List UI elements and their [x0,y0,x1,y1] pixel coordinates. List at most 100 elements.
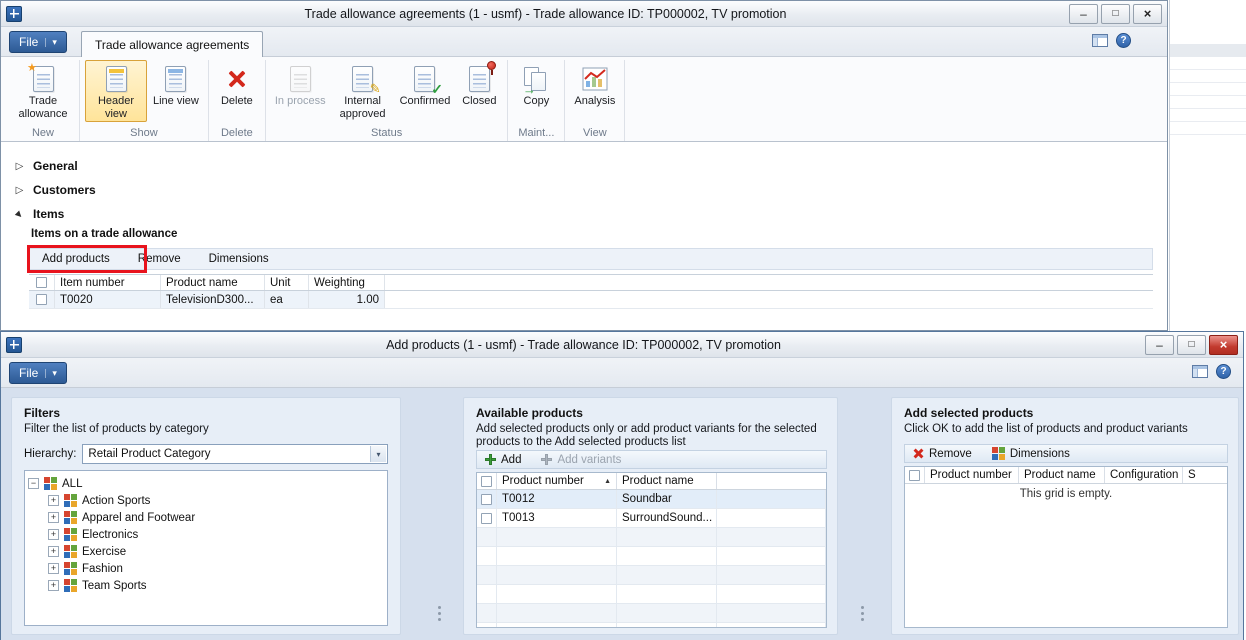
ribbon-group-label-status: Status [271,126,503,141]
tree-node-electronics[interactable]: + Electronics [28,526,384,543]
table-row[interactable]: T0013 SurroundSound... [477,509,826,528]
select-all-checkbox[interactable] [36,277,47,288]
header-view-button[interactable]: Header view [85,60,147,122]
add-selected-grid-header: Product number Product name Configuratio… [905,467,1227,484]
help-icon[interactable]: ? [1216,364,1231,379]
close-icon: × [1144,7,1152,20]
section-customers[interactable]: ▷ Customers [1,178,1167,202]
category-icon [64,562,77,575]
column-product-number[interactable]: Product number ▲ [497,473,617,489]
panel-splitter[interactable] [438,606,441,609]
row-checkbox[interactable] [481,494,492,505]
add-selected-toolbar: Remove Dimensions [904,444,1228,463]
expand-icon[interactable]: + [48,529,59,540]
column-unit[interactable]: Unit [265,275,309,290]
file-menu-button[interactable]: File ▾ [9,31,67,53]
column-weighting[interactable]: Weighting [309,275,385,290]
internal-approved-button[interactable]: ✎ Internal approved [332,60,394,122]
analysis-button[interactable]: Analysis [570,60,619,122]
tree-node-action-sports[interactable]: + Action Sports [28,492,384,509]
column-product-name[interactable]: Product name [1019,467,1105,483]
select-all-checkbox[interactable] [909,470,920,481]
empty-row [477,623,826,628]
tree-node-apparel-and-footwear[interactable]: + Apparel and Footwear [28,509,384,526]
add-selected-title: Add selected products [904,406,1033,420]
column-size[interactable]: S [1183,467,1227,483]
confirmed-icon: ✓ [408,64,442,94]
table-row[interactable]: T0012 Soundbar [477,490,826,509]
remove-button[interactable]: Remove [138,253,181,265]
row-checkbox[interactable] [481,513,492,524]
select-all-checkbox[interactable] [481,476,492,487]
sort-ascending-icon: ▲ [600,478,611,485]
dimensions-button[interactable]: Dimensions [209,253,269,265]
dialog-maximize-button[interactable]: □ [1177,335,1206,355]
cell-weighting: 1.00 [309,291,385,308]
available-products-grid: Product number ▲ Product name T0012 Soun… [476,472,827,628]
trade-allowance-button[interactable]: ★ Trade allowance [12,60,74,122]
expand-icon[interactable]: + [48,512,59,523]
cell-product-name: Soundbar [617,490,717,508]
app-icon [6,337,22,353]
plus-icon-disabled [541,454,552,465]
add-selected-grid: Product number Product name Configuratio… [904,466,1228,628]
select-all-checkbox-cell [905,467,925,483]
collapse-icon[interactable]: − [28,478,39,489]
cell-filler [717,509,826,527]
dimensions-button[interactable]: Dimensions [992,447,1070,460]
layout-icon[interactable] [1092,34,1108,47]
column-product-name[interactable]: Product name [161,275,265,290]
ribbon-group-status: In process ✎ Internal approved ✓ [266,60,509,141]
tab-trade-allowance-agreements[interactable]: Trade allowance agreements [81,31,263,57]
column-product-number[interactable]: Product number [925,467,1019,483]
in-process-button: In process [271,60,330,122]
section-general[interactable]: ▷ General [1,154,1167,178]
available-products-description: Add selected products only or add produc… [476,423,827,449]
panel-splitter[interactable] [861,606,864,609]
column-product-name[interactable]: Product name [617,473,717,489]
closed-button[interactable]: Closed [456,60,502,122]
close-button[interactable]: × [1133,4,1162,24]
empty-row [477,528,826,547]
ribbon-group-view: Analysis View [565,60,625,141]
table-row[interactable]: T0020 TelevisionD300... ea 1.00 [29,291,1153,309]
expand-icon[interactable]: + [48,546,59,557]
expand-icon[interactable]: + [48,580,59,591]
add-button[interactable]: Add [485,454,521,466]
dialog-close-button[interactable]: × [1209,335,1238,355]
hierarchy-select[interactable]: Retail Product Category ▾ [82,444,388,464]
dialog-body: Filters Filter the list of products by c… [1,388,1243,640]
row-checkbox[interactable] [36,294,47,305]
tree-node-all[interactable]: − ALL [28,475,384,492]
cell-product-name: SurroundSound... [617,509,717,527]
dialog-file-menu-button[interactable]: File ▾ [9,362,67,384]
tree-node-fashion[interactable]: + Fashion [28,560,384,577]
dialog-titlebar: Add products (1 - usmf) - Trade allowanc… [1,332,1243,358]
dialog-minimize-button[interactable]: – [1145,335,1174,355]
tree-node-exercise[interactable]: + Exercise [28,543,384,560]
layout-icon[interactable] [1192,365,1208,378]
chevron-down-icon[interactable]: ▾ [370,446,386,462]
tree-node-team-sports[interactable]: + Team Sports [28,577,384,594]
analysis-chart-icon [578,64,612,94]
remove-button[interactable]: Remove [913,448,972,460]
collapsed-arrow-icon: ▷ [14,185,25,196]
column-item-number[interactable]: Item number [55,275,161,290]
items-grid: Item number Product name Unit Weighting … [29,274,1153,309]
expand-icon[interactable]: + [48,563,59,574]
delete-button[interactable]: Delete [214,60,260,122]
select-all-checkbox-cell [29,275,55,290]
minimize-button[interactable]: – [1069,4,1098,24]
expand-icon[interactable]: + [48,495,59,506]
confirmed-button[interactable]: ✓ Confirmed [396,60,455,122]
dialog-window-title: Add products (1 - usmf) - Trade allowanc… [28,338,1139,352]
help-glyph: ? [1220,366,1226,377]
ribbon-group-label-show: Show [85,126,203,141]
maximize-button[interactable]: □ [1101,4,1130,24]
section-items[interactable]: ▶ Items [1,202,1167,226]
help-icon[interactable]: ? [1116,33,1131,48]
copy-button[interactable]: → Copy [513,60,559,122]
add-products-button[interactable]: Add products [42,253,110,265]
column-configuration[interactable]: Configuration [1105,467,1183,483]
line-view-button[interactable]: Line view [149,60,203,122]
